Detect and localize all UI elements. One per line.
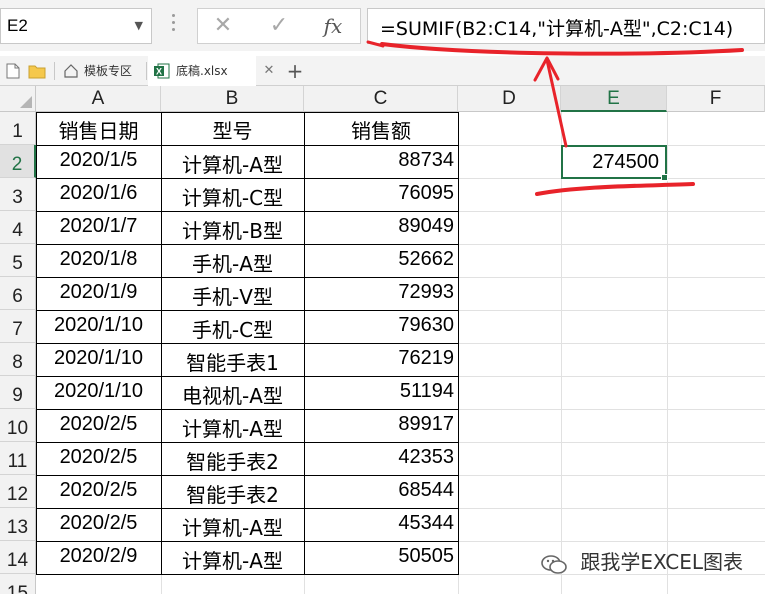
formula-input[interactable]: =SUMIF(B2:C14,"计算机-A型",C2:C14): [367, 8, 765, 44]
row-header-12[interactable]: 12: [0, 475, 36, 508]
row-header-10[interactable]: 10: [0, 409, 36, 442]
table-cell[interactable]: 2020/1/6: [36, 182, 161, 205]
name-box[interactable]: E2 ▼: [0, 8, 152, 44]
table-cell[interactable]: 手机-A型: [161, 248, 304, 277]
row-header-8[interactable]: 8: [0, 343, 36, 376]
select-all-button[interactable]: [0, 86, 36, 112]
table-cell[interactable]: 89917: [304, 413, 458, 436]
table-cell[interactable]: 智能手表1: [161, 347, 304, 376]
table-cell[interactable]: 68544: [304, 479, 458, 502]
table-cell[interactable]: 42353: [304, 446, 458, 469]
table-cell[interactable]: 76095: [304, 182, 458, 205]
name-box-value: E2: [7, 16, 28, 35]
row-header-11[interactable]: 11: [0, 442, 36, 475]
svg-text:X: X: [156, 67, 162, 77]
insert-function-button[interactable]: fx: [316, 13, 350, 39]
table-cell[interactable]: 2020/1/10: [36, 380, 161, 403]
table-cell[interactable]: 2020/1/10: [36, 314, 161, 337]
column-header-a[interactable]: A: [36, 86, 161, 112]
watermark-text: 跟我学EXCEL图表: [580, 550, 743, 574]
home-icon: [64, 64, 78, 78]
table-cell[interactable]: 计算机-A型: [161, 149, 304, 178]
table-header-cell[interactable]: 销售额: [304, 115, 458, 144]
row-header-14[interactable]: 14: [0, 541, 36, 574]
row-header-9[interactable]: 9: [0, 376, 36, 409]
chevron-down-icon[interactable]: ▼: [135, 19, 143, 32]
fill-handle[interactable]: [661, 174, 668, 181]
table-cell[interactable]: 计算机-A型: [161, 545, 304, 574]
table-cell[interactable]: 计算机-A型: [161, 512, 304, 541]
table-cell[interactable]: 2020/2/5: [36, 479, 161, 502]
row-header-7[interactable]: 7: [0, 310, 36, 343]
folder-icon[interactable]: [28, 63, 46, 79]
drag-handle-icon[interactable]: [172, 14, 176, 36]
table-cell[interactable]: 计算机-B型: [161, 215, 304, 244]
table-header-cell[interactable]: 销售日期: [36, 115, 161, 144]
row-header-15[interactable]: 15: [0, 574, 36, 594]
result-value: 274500: [592, 151, 659, 173]
tab-workbook[interactable]: X 底稿.xlsx: [148, 56, 256, 86]
tab-template-zone[interactable]: 模板专区: [58, 56, 144, 86]
row-header-6[interactable]: 6: [0, 277, 36, 310]
table-cell[interactable]: 手机-C型: [161, 314, 304, 343]
column-header-f[interactable]: F: [667, 86, 765, 112]
tab-label: 底稿.xlsx: [176, 64, 228, 78]
table-cell[interactable]: 智能手表2: [161, 446, 304, 475]
tab-label: 模板专区: [84, 64, 133, 78]
table-cell[interactable]: 52662: [304, 248, 458, 271]
excel-file-icon: X: [154, 63, 170, 79]
column-header-e[interactable]: E: [561, 86, 667, 112]
formula-text: =SUMIF(B2:C14,"计算机-A型",C2:C14): [380, 18, 734, 40]
check-icon[interactable]: ✓: [262, 13, 296, 39]
row-header-13[interactable]: 13: [0, 508, 36, 541]
table-cell[interactable]: 72993: [304, 281, 458, 304]
table-cell[interactable]: 电视机-A型: [161, 380, 304, 409]
table-cell[interactable]: 76219: [304, 347, 458, 370]
row-header-2[interactable]: 2: [0, 145, 36, 178]
row-header-4[interactable]: 4: [0, 211, 36, 244]
table-cell[interactable]: 2020/2/5: [36, 413, 161, 436]
table-cell[interactable]: 2020/1/9: [36, 281, 161, 304]
document-tab-bar: 模板专区 X 底稿.xlsx ✕ +: [0, 56, 765, 86]
new-document-icon[interactable]: [6, 63, 20, 79]
watermark: 跟我学EXCEL图表: [540, 546, 743, 576]
table-cell[interactable]: 79630: [304, 314, 458, 337]
table-cell[interactable]: 计算机-C型: [161, 182, 304, 211]
table-cell[interactable]: 50505: [304, 545, 458, 568]
wechat-icon: [541, 554, 567, 574]
add-tab-button[interactable]: +: [284, 56, 306, 86]
row-header-1[interactable]: 1: [0, 112, 36, 145]
selected-cell-e2[interactable]: 274500: [561, 145, 667, 179]
column-header-c[interactable]: C: [304, 86, 458, 112]
table-cell[interactable]: 2020/1/7: [36, 215, 161, 238]
table-cell[interactable]: 2020/1/8: [36, 248, 161, 271]
table-cell[interactable]: 2020/2/5: [36, 512, 161, 535]
close-tab-icon[interactable]: ✕: [258, 56, 280, 86]
row-header-5[interactable]: 5: [0, 244, 36, 277]
table-cell[interactable]: 智能手表2: [161, 479, 304, 508]
table-cell[interactable]: 2020/1/10: [36, 347, 161, 370]
row-header-3[interactable]: 3: [0, 178, 36, 211]
table-cell[interactable]: 2020/1/5: [36, 149, 161, 172]
formula-bar-row: E2 ▼ ✕ ✓ fx =SUMIF(B2:C14,"计算机-A型",C2:C1…: [0, 0, 765, 51]
table-cell[interactable]: 88734: [304, 149, 458, 172]
column-header-d[interactable]: D: [458, 86, 561, 112]
table-cell[interactable]: 89049: [304, 215, 458, 238]
table-header-cell[interactable]: 型号: [161, 115, 304, 144]
close-icon[interactable]: ✕: [206, 13, 240, 39]
table-cell[interactable]: 2020/2/9: [36, 545, 161, 568]
formula-buttons: ✕ ✓ fx: [197, 8, 361, 44]
table-cell[interactable]: 计算机-A型: [161, 413, 304, 442]
table-cell[interactable]: 51194: [304, 380, 458, 403]
table-cell[interactable]: 45344: [304, 512, 458, 535]
table-cell[interactable]: 手机-V型: [161, 281, 304, 310]
table-cell[interactable]: 2020/2/5: [36, 446, 161, 469]
column-header-b[interactable]: B: [161, 86, 304, 112]
